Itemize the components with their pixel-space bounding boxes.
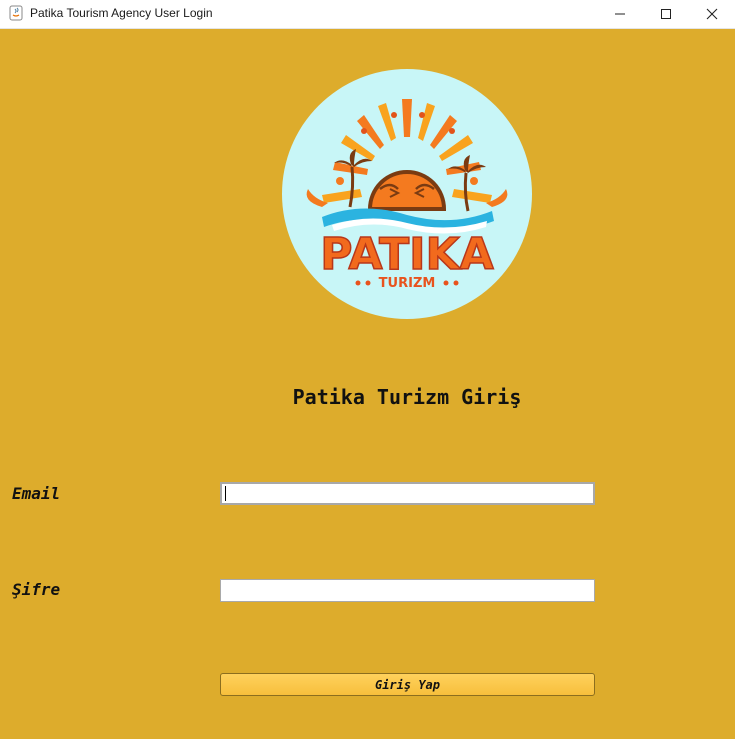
- title-bar[interactable]: Patika Tourism Agency User Login: [0, 0, 735, 29]
- minimize-button[interactable]: [597, 0, 643, 28]
- form-title: Patika Turizm Giriş: [292, 385, 522, 409]
- password-field[interactable]: [220, 579, 595, 602]
- login-button[interactable]: Giriş Yap: [220, 673, 595, 696]
- login-window: Patika Tourism Agency User Login PATIKA …: [0, 0, 735, 739]
- patika-turizm-logo: PATIKA TURIZM: [282, 69, 532, 319]
- maximize-icon: [661, 9, 671, 19]
- text-caret: [225, 486, 226, 501]
- close-icon: [706, 8, 718, 20]
- java-coffee-icon: [8, 5, 24, 21]
- email-field[interactable]: [220, 482, 595, 505]
- password-label: Şifre: [12, 580, 61, 599]
- logo-brand-text: PATIKA: [320, 229, 493, 280]
- maximize-button[interactable]: [643, 0, 689, 28]
- minimize-icon: [615, 13, 625, 15]
- close-button[interactable]: [689, 0, 735, 28]
- window-title: Patika Tourism Agency User Login: [30, 6, 213, 20]
- logo-subtitle-text: TURIZM: [379, 276, 436, 291]
- email-label: Email: [12, 484, 61, 503]
